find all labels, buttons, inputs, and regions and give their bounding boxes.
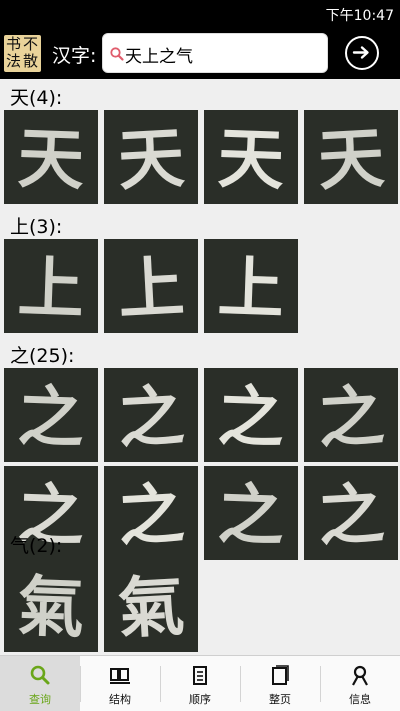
nav-label-page: 整页 <box>269 693 291 706</box>
search-icon <box>110 47 124 61</box>
calligraphy-glyph: 之 <box>316 376 386 457</box>
svg-text:之: 之 <box>217 377 286 457</box>
status-time: 下午10:47 <box>325 8 394 24</box>
calligraphy-glyph: 之 <box>217 377 286 457</box>
calligraphy-glyph: 氣 <box>116 566 186 647</box>
svg-text:天: 天 <box>316 118 386 199</box>
svg-text:氣: 氣 <box>116 566 186 647</box>
calligraphy-glyph: 之 <box>316 474 386 555</box>
calligraphy-tile[interactable]: 上 <box>4 239 98 333</box>
order-icon <box>193 666 207 685</box>
logo-char-2: 不 <box>23 35 39 53</box>
calligraphy-tile[interactable]: 之 <box>204 368 298 462</box>
calligraphy-tile[interactable]: 氣 <box>104 558 198 652</box>
calligraphy-tile[interactable]: 之 <box>304 466 398 560</box>
calligraphy-tile[interactable]: 天 <box>4 110 98 204</box>
nav-label-structure: 结构 <box>109 693 131 706</box>
calligraphy-tile[interactable]: 上 <box>104 239 198 333</box>
svg-text:之: 之 <box>17 377 86 457</box>
section-title-tian: 天(4): <box>10 87 63 109</box>
nav-item-info[interactable]: 信息 <box>320 656 400 711</box>
calligraphy-glyph: 上 <box>116 247 186 328</box>
nav-label-search: 查询 <box>29 693 51 706</box>
calligraphy-glyph: 天 <box>217 119 286 199</box>
structure-icon <box>110 668 130 684</box>
calligraphy-glyph: 之 <box>17 377 86 457</box>
svg-text:上: 上 <box>217 248 286 328</box>
search-box[interactable] <box>102 33 328 73</box>
search-input[interactable] <box>125 40 323 68</box>
svg-text:天: 天 <box>116 118 186 199</box>
calligraphy-tile[interactable]: 之 <box>4 368 98 462</box>
info-icon <box>352 665 368 686</box>
calligraphy-tile[interactable]: 之 <box>104 466 198 560</box>
header-bar: 书 不 法 散 汉字: <box>0 27 400 79</box>
svg-text:之: 之 <box>316 474 386 555</box>
calligraphy-tile[interactable]: 之 <box>304 368 398 462</box>
logo-char-3: 法 <box>6 52 22 70</box>
section-title-shang: 上(3): <box>10 216 63 238</box>
calligraphy-tile[interactable]: 上 <box>204 239 298 333</box>
calligraphy-tile[interactable]: 天 <box>104 110 198 204</box>
app-logo: 书 不 法 散 <box>4 35 41 72</box>
calligraphy-glyph: 天 <box>116 118 186 199</box>
svg-text:之: 之 <box>316 376 386 457</box>
svg-text:之: 之 <box>217 475 286 555</box>
calligraphy-glyph: 之 <box>217 475 286 555</box>
calligraphy-glyph: 天 <box>316 118 386 199</box>
hanzi-label: 汉字: <box>52 45 97 67</box>
bottom-nav: 查询 结构 顺序 整页 信息 <box>0 655 400 711</box>
status-bar: 下午10:47 <box>0 0 400 27</box>
svg-text:天: 天 <box>17 119 86 199</box>
calligraphy-glyph: 天 <box>17 119 86 199</box>
arrow-right-circle-icon <box>352 46 369 59</box>
calligraphy-glyph: 之 <box>116 376 186 457</box>
calligraphy-tile[interactable]: 之 <box>204 466 298 560</box>
svg-text:氣: 氣 <box>17 567 86 647</box>
calligraphy-glyph: 上 <box>217 248 286 328</box>
svg-text:上: 上 <box>116 247 186 328</box>
calligraphy-glyph: 氣 <box>17 567 86 647</box>
search-icon <box>30 665 50 685</box>
calligraphy-tile[interactable]: 天 <box>304 110 398 204</box>
logo-char-1: 书 <box>6 35 22 53</box>
nav-label-info: 信息 <box>349 693 371 706</box>
nav-label-order: 顺序 <box>189 693 211 706</box>
calligraphy-glyph: 之 <box>116 474 186 555</box>
calligraphy-tile[interactable]: 之 <box>104 368 198 462</box>
calligraphy-glyph: 上 <box>17 248 86 328</box>
nav-item-search[interactable]: 查询 <box>0 656 80 711</box>
calligraphy-tile[interactable]: 氣 <box>4 558 98 652</box>
section-title-zhi: 之(25): <box>10 345 75 367</box>
svg-text:之: 之 <box>116 376 186 457</box>
nav-item-page[interactable]: 整页 <box>240 656 320 711</box>
go-button[interactable] <box>345 36 379 70</box>
nav-item-structure[interactable]: 结构 <box>80 656 160 711</box>
nav-item-order[interactable]: 顺序 <box>160 656 240 711</box>
logo-char-4: 散 <box>23 52 39 70</box>
svg-text:上: 上 <box>17 248 86 328</box>
svg-text:之: 之 <box>116 474 186 555</box>
page-icon <box>272 665 289 685</box>
results-content[interactable]: 天(4): 天天天天 上(3): 上上上 之(25): 之之之之之之之之 气(2… <box>0 79 400 655</box>
svg-text:天: 天 <box>217 119 286 199</box>
calligraphy-tile[interactable]: 天 <box>204 110 298 204</box>
section-title-qi: 气(2): <box>10 535 63 557</box>
